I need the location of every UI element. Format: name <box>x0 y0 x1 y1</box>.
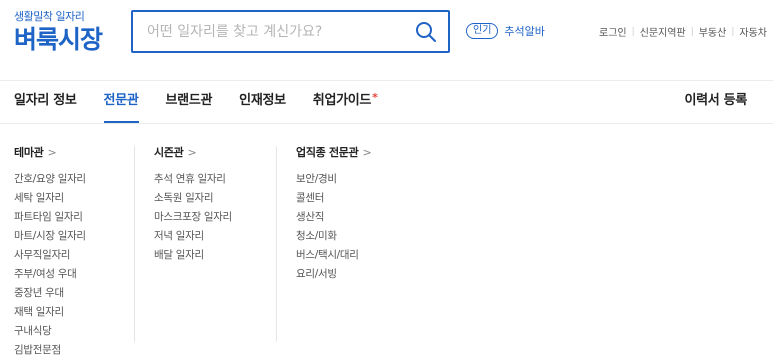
list-item[interactable]: 파트타임 일자리 <box>14 208 86 227</box>
car-link[interactable]: 자동차 <box>739 24 767 39</box>
chevron-right-icon: > <box>47 146 57 159</box>
list-item[interactable]: 생산직 <box>296 208 371 227</box>
column-title-label: 업직종 전문관 <box>296 146 359 159</box>
list-item[interactable]: 마트/시장 일자리 <box>14 227 86 246</box>
column-title-occupation[interactable]: 업직종 전문관 > <box>296 146 372 160</box>
chevron-right-icon: > <box>187 146 197 159</box>
main-nav: 일자리 정보 전문관 브랜드관 인재정보 취업가이드* <box>14 91 405 123</box>
column-title-theme[interactable]: 테마관 > <box>14 146 86 160</box>
logo-title: 벼룩시장 <box>14 25 103 54</box>
search-input[interactable] <box>147 12 397 51</box>
dropdown-column-theme: 테마관 > 간호/요양 일자리 세탁 일자리 파트타임 일자리 마트/시장 일자리… <box>14 146 86 358</box>
divider: | <box>731 26 735 37</box>
new-star-icon: * <box>372 91 378 104</box>
logo-subtitle: 생활밀착 일자리 <box>14 10 85 23</box>
popular-keyword-link[interactable]: 추석알바 <box>504 23 544 39</box>
nav-bottom-divider <box>0 123 773 124</box>
real-estate-link[interactable]: 부동산 <box>699 24 727 39</box>
utility-links: 로그인 | 신문지역판 | 부동산 | 자동차 <box>599 24 767 40</box>
list-item[interactable]: 주부/여성 우대 <box>14 265 86 284</box>
site-logo[interactable]: 생활밀착 일자리 벼룩시장 <box>14 10 103 55</box>
search-box <box>131 10 450 53</box>
nav-item-career-guide[interactable]: 취업가이드* <box>313 91 378 121</box>
list-item[interactable]: 마스크포장 일자리 <box>154 208 232 227</box>
popular-keyword: 인기 추석알바 <box>466 23 545 39</box>
list-item[interactable]: 배달 일자리 <box>154 246 232 265</box>
nav-item-talent[interactable]: 인재정보 <box>239 91 286 121</box>
list-item[interactable]: 콜센터 <box>296 189 371 208</box>
nav-item-specialty[interactable]: 전문관 <box>103 91 139 123</box>
list-item[interactable]: 청소/미화 <box>296 227 371 246</box>
divider: | <box>690 26 694 37</box>
list-item[interactable]: 추석 연휴 일자리 <box>154 170 232 189</box>
nav-item-job-info[interactable]: 일자리 정보 <box>14 91 77 121</box>
list-item[interactable]: 저녁 일자리 <box>154 227 232 246</box>
list-item[interactable]: 보안/경비 <box>296 170 371 189</box>
column-title-label: 시즌관 <box>154 146 184 159</box>
list-item[interactable]: 요리/서빙 <box>296 265 371 284</box>
resume-register-button[interactable]: 이력서 등록 <box>684 91 747 111</box>
list-item[interactable]: 사무직일자리 <box>14 246 86 265</box>
column-divider <box>134 146 135 342</box>
nav-item-brand[interactable]: 브랜드관 <box>166 91 213 121</box>
column-divider <box>276 146 277 342</box>
chevron-right-icon: > <box>362 146 372 159</box>
list-item[interactable]: 중장년 우대 <box>14 284 86 303</box>
nav-item-career-guide-label: 취업가이드 <box>312 93 372 108</box>
popular-badge: 인기 <box>466 23 499 39</box>
list-item[interactable]: 버스/택시/대리 <box>296 246 371 265</box>
list-item[interactable]: 세탁 일자리 <box>14 189 86 208</box>
list-item[interactable]: 간호/요양 일자리 <box>14 170 86 189</box>
column-title-season[interactable]: 시즌관 > <box>154 146 232 160</box>
list-item[interactable]: 소독원 일자리 <box>154 189 232 208</box>
divider: | <box>631 26 635 37</box>
login-link[interactable]: 로그인 <box>599 24 627 39</box>
list-item[interactable]: 구내식당 <box>14 322 86 341</box>
nav-top-divider <box>0 80 773 81</box>
search-icon[interactable] <box>414 20 438 44</box>
list-item[interactable]: 재택 일자리 <box>14 303 86 322</box>
list-item[interactable]: 김밥전문점 <box>14 341 86 358</box>
newspaper-region-link[interactable]: 신문지역판 <box>640 24 686 39</box>
column-title-label: 테마관 <box>14 146 44 159</box>
dropdown-column-season: 시즌관 > 추석 연휴 일자리 소독원 일자리 마스크포장 일자리 저녁 일자리 … <box>154 146 232 265</box>
dropdown-column-occupation: 업직종 전문관 > 보안/경비 콜센터 생산직 청소/미화 버스/택시/대리 요리… <box>296 146 372 284</box>
